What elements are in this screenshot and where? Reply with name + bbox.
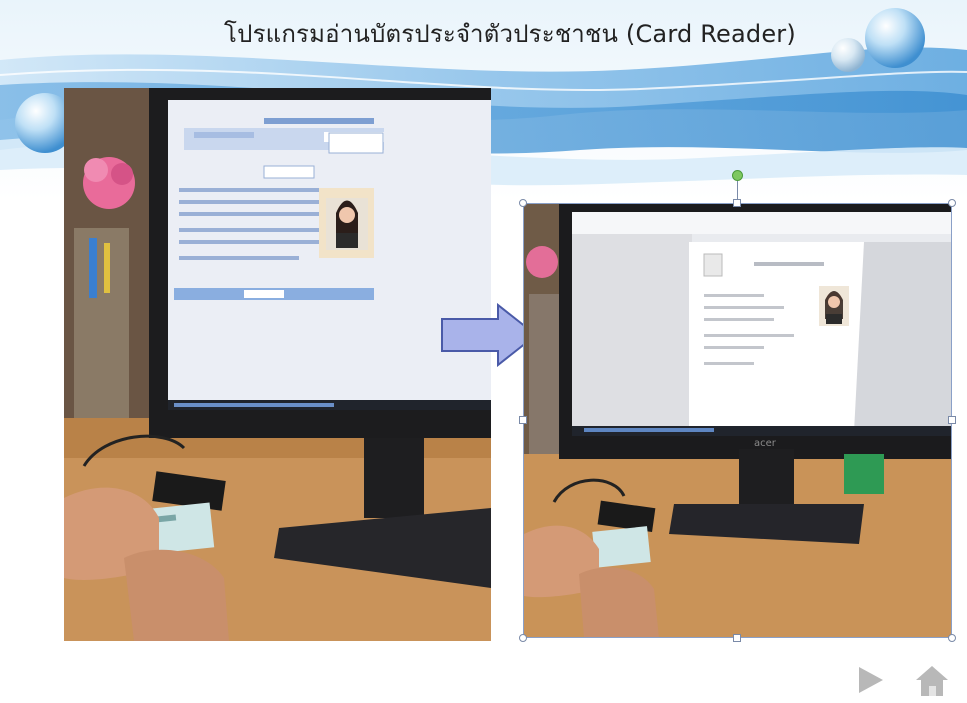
resize-handle-top-right[interactable] <box>948 199 956 207</box>
slide-title: โปรแกรมอ่านบัตรประจำตัวประชาชน (Card Rea… <box>224 20 796 48</box>
rotation-handle[interactable] <box>732 170 743 181</box>
resize-handle-right[interactable] <box>948 416 956 424</box>
resize-handle-top[interactable] <box>733 199 741 207</box>
resize-handle-bottom-right[interactable] <box>948 634 956 642</box>
svg-text:acer: acer <box>754 438 777 449</box>
resize-handle-bottom-left[interactable] <box>519 634 527 642</box>
home-icon[interactable] <box>915 664 949 698</box>
resize-handle-top-left[interactable] <box>519 199 527 207</box>
play-triangle-icon[interactable] <box>857 665 885 695</box>
resize-handle-left[interactable] <box>519 416 527 424</box>
slide: โปรแกรมอ่านบัตรประจำตัวประชาชน (Card Rea… <box>0 0 967 703</box>
right-photo[interactable]: acer <box>524 204 952 638</box>
left-photo: acer <box>64 88 491 641</box>
resize-handle-bottom[interactable] <box>733 634 741 642</box>
